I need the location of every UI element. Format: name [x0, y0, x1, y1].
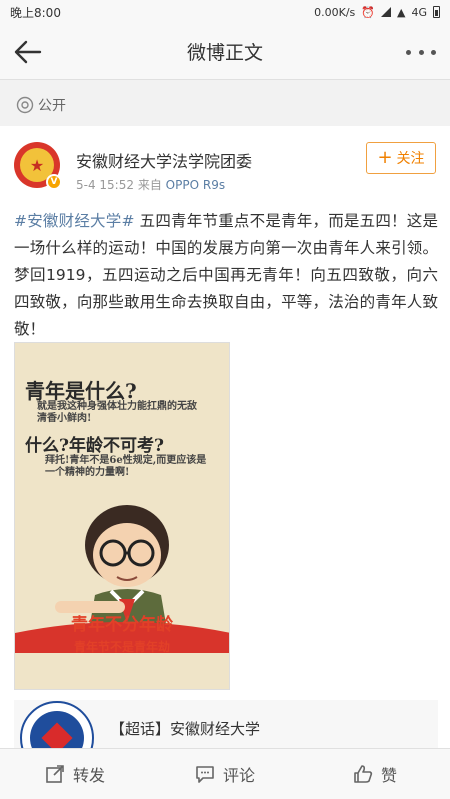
page-title: 微博正文 — [186, 42, 263, 64]
more-dot-icon — [406, 49, 411, 55]
thumbs-up-icon — [354, 765, 373, 783]
poster-line-4: 拜托!青年不是6e性规定,而更应该是一个精神的力量啊! — [45, 455, 207, 478]
poster-banner-title: 青年不分年龄 — [71, 615, 173, 635]
battery-icon — [433, 6, 440, 18]
poster-banner-subtitle: 青年节不是青年劫 — [73, 640, 170, 654]
comment-icon — [196, 766, 214, 783]
repost-label: 转发 — [72, 766, 105, 785]
repost-icon — [46, 765, 64, 783]
post-card: ★ V 安徽财经大学法学院团委 5-4 15:52 来自 OPPO R9s + … — [0, 126, 450, 756]
emblem-icon: ★ — [29, 155, 45, 175]
poster-line-2: 就是我这种身强体壮力能扛鼎的无敌清香小鲜肉! — [37, 401, 197, 424]
back-arrow-icon — [14, 40, 42, 64]
status-time: 晚上8:00 — [10, 5, 61, 20]
author-name[interactable]: 安徽财经大学法学院团委 — [76, 148, 252, 172]
follow-label: 关注 — [396, 151, 425, 167]
network-speed: 0.00K/s — [314, 5, 356, 19]
eye-icon — [16, 96, 34, 114]
network-type: 4G — [411, 5, 427, 19]
status-right: 0.00K/s ⏰ ▲ 4G — [314, 6, 440, 19]
visibility-row: 公开 — [0, 88, 450, 122]
poster-line-3: 什么?年龄不可考? — [25, 436, 164, 456]
more-dot-icon — [431, 49, 436, 55]
avatar[interactable]: ★ V — [14, 142, 62, 190]
post-date: 5-4 15:52 — [76, 178, 134, 192]
more-options-button[interactable] — [406, 40, 436, 64]
back-button[interactable] — [12, 38, 42, 66]
supertopic-label: 【超话】安徽财经大学 — [110, 719, 261, 738]
topic-link[interactable]: #安徽财经大学# — [14, 212, 134, 230]
verified-badge-icon: V — [46, 174, 62, 190]
alarm-icon: ⏰ — [361, 5, 375, 19]
bottom-toolbar: 转发 评论 赞 — [0, 748, 450, 799]
source-prefix: 来自 — [137, 178, 162, 192]
repost-button[interactable]: 转发 — [0, 749, 150, 799]
like-label: 赞 — [380, 766, 397, 785]
plus-icon: + — [377, 147, 393, 168]
post-body: #安徽财经大学# 五四青年节重点不是青年，而是五四！这是一场什么样的运动！中国的… — [14, 208, 438, 343]
post-source[interactable]: OPPO R9s — [166, 178, 225, 192]
comment-button[interactable]: 评论 — [150, 749, 300, 799]
comment-label: 评论 — [222, 766, 255, 785]
nav-bar: 微博正文 — [0, 24, 450, 80]
follow-button[interactable]: + 关注 — [366, 142, 436, 174]
visibility-label: 公开 — [38, 98, 66, 114]
post-image[interactable]: 青年是什么? 就是我这种身强体壮力能扛鼎的无敌清香小鲜肉! 什么?年龄不可考? … — [14, 342, 230, 690]
post-meta: 5-4 15:52 来自 OPPO R9s — [76, 176, 225, 193]
status-bar: 晚上8:00 0.00K/s ⏰ ▲ 4G — [0, 0, 450, 24]
poster-line-1: 青年是什么? — [25, 379, 137, 403]
post-text: 五四青年节重点不是青年，而是五四！这是一场什么样的运动！中国的发展方向第一次由青… — [14, 212, 438, 338]
more-dot-icon — [418, 49, 424, 55]
like-button[interactable]: 赞 — [300, 749, 450, 799]
wifi-icon: ▲ — [397, 5, 406, 19]
signal-icon — [381, 7, 391, 17]
